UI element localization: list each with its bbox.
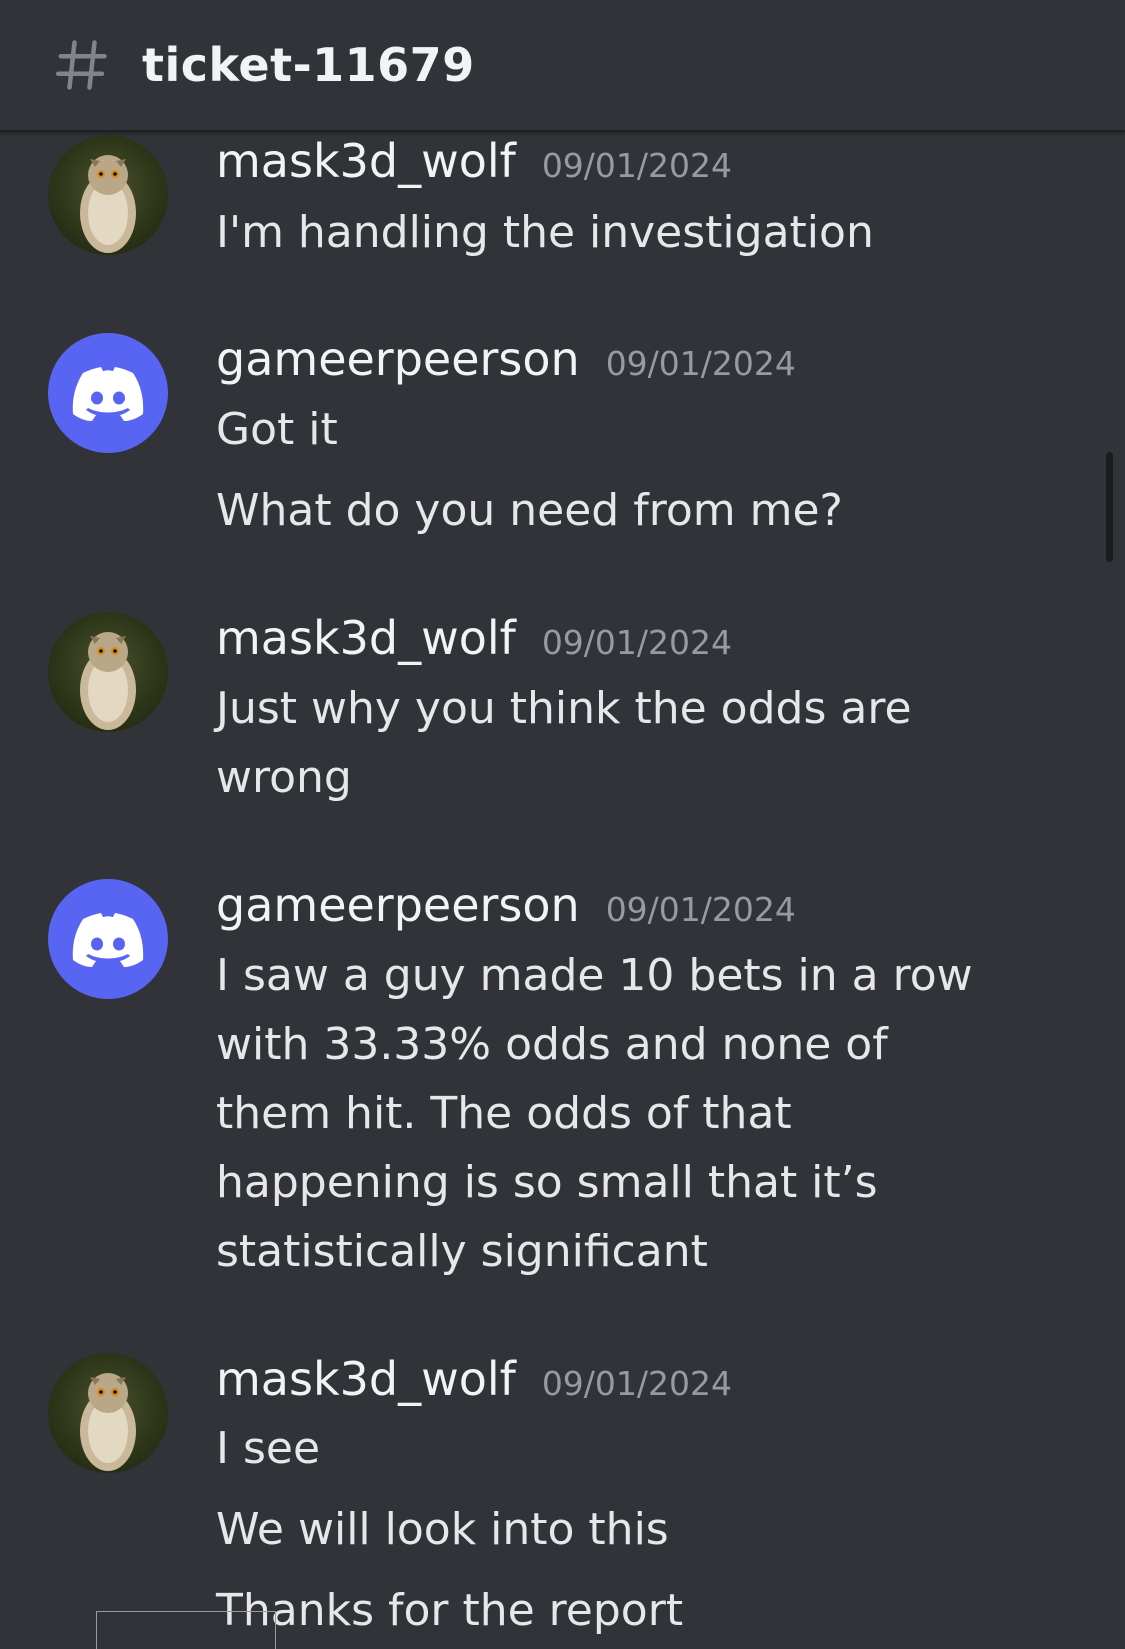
message-text: Thanks for the report: [216, 1585, 684, 1636]
message-text: Got it: [216, 404, 338, 455]
timestamp: 09/01/2024: [541, 1364, 733, 1403]
channel-name[interactable]: ticket-11679: [142, 38, 475, 92]
timestamp: 09/01/2024: [605, 344, 796, 383]
message-text: statistically significant: [216, 1226, 708, 1277]
author-name[interactable]: mask3d_wolf: [216, 134, 516, 188]
message-text: happening is so small that it’s: [216, 1157, 878, 1208]
message-text: I see: [216, 1423, 321, 1474]
owl-avatar[interactable]: [48, 135, 168, 255]
discord-logo-avatar[interactable]: [48, 879, 168, 999]
author-name[interactable]: gameerpeerson: [216, 332, 580, 386]
channel-header: ticket-11679: [0, 0, 1125, 132]
timestamp: 09/01/2024: [605, 890, 796, 929]
message-text: with 33.33% odds and none of: [216, 1019, 888, 1070]
author-name[interactable]: mask3d_wolf: [216, 611, 516, 665]
owl-avatar[interactable]: [48, 1353, 168, 1473]
message-text: I'm handling the investigation: [216, 207, 874, 258]
message-text: wrong: [216, 752, 352, 803]
message-text: Just why you think the odds are: [216, 683, 912, 734]
message-text: We will look into this: [216, 1504, 669, 1555]
discord-logo-avatar[interactable]: [48, 333, 168, 453]
message-text: I saw a guy made 10 bets in a row: [216, 950, 973, 1001]
message-text: What do you need from me?: [216, 485, 843, 536]
owl-avatar[interactable]: [48, 612, 168, 732]
scrollbar-thumb[interactable]: [1106, 452, 1113, 562]
message-text: them hit. The odds of that: [216, 1088, 792, 1139]
timestamp: 09/01/2024: [541, 146, 733, 185]
author-name[interactable]: mask3d_wolf: [216, 1352, 516, 1406]
timestamp: 09/01/2024: [541, 623, 733, 662]
hash-icon: [56, 40, 107, 90]
author-name[interactable]: gameerpeerson: [216, 878, 580, 932]
overlay-frame: [96, 1611, 276, 1649]
